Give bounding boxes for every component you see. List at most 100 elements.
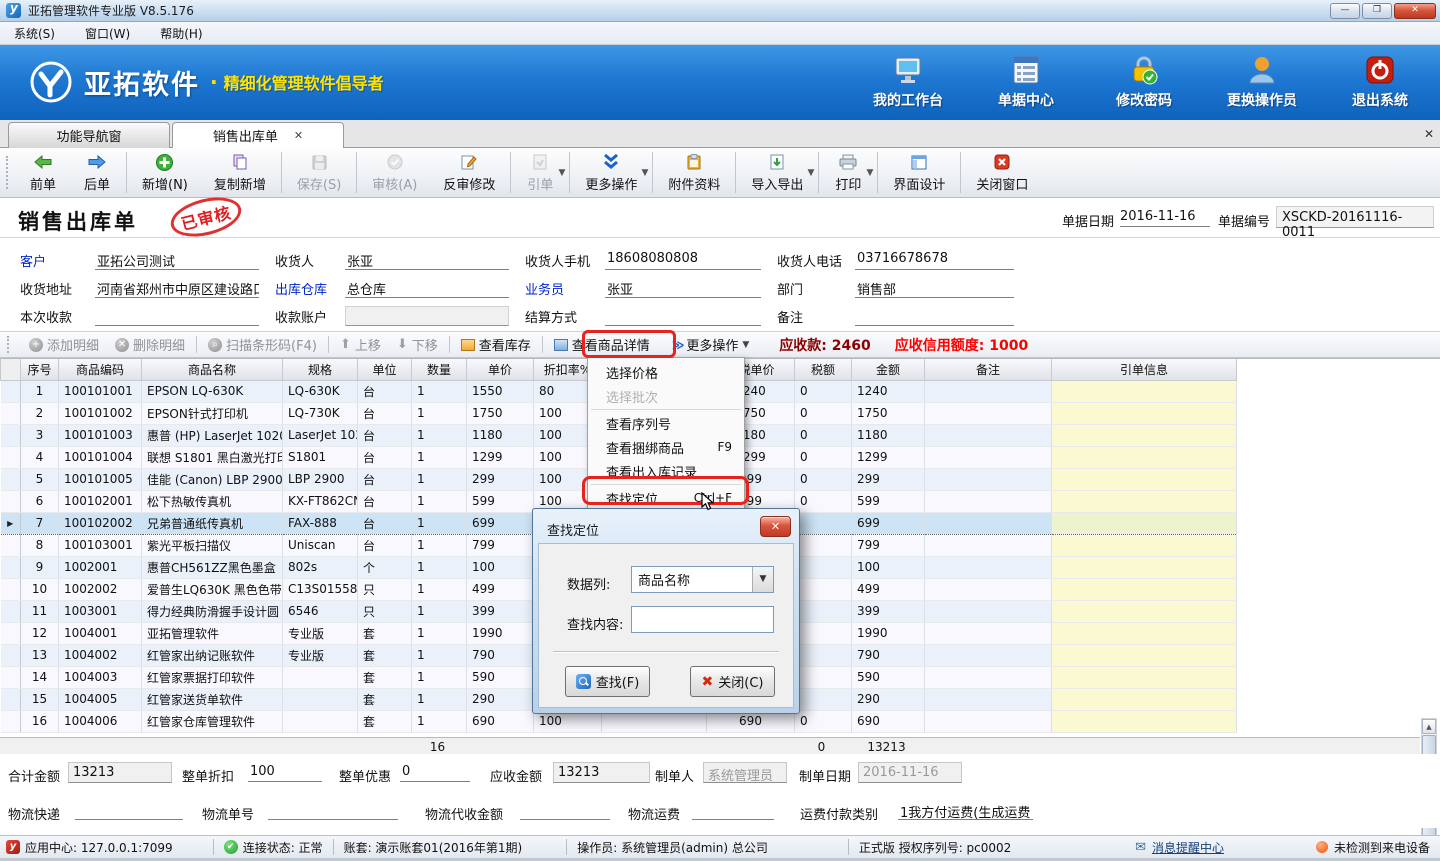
cell-refinfo[interactable] — [1052, 402, 1237, 424]
cell-name[interactable]: 爱普生LQ630K 黑色色带 — [142, 578, 283, 600]
row-marker[interactable] — [1, 666, 21, 688]
cell-amount[interactable]: 590 — [852, 666, 925, 688]
cell-amount[interactable]: 1299 — [852, 446, 925, 468]
close-dialog-button[interactable]: ✖ 关闭(C) — [690, 666, 775, 697]
cell-price[interactable]: 699 — [467, 512, 534, 534]
menu-item-select-price[interactable]: 选择价格 — [588, 360, 744, 384]
cell-remark[interactable] — [925, 534, 1052, 556]
cell-tax[interactable]: 0 — [795, 402, 852, 424]
cell-price[interactable]: 1550 — [467, 380, 534, 402]
add-new-button[interactable]: 新增(N) — [129, 148, 201, 197]
cell-refinfo[interactable] — [1052, 710, 1237, 732]
cell-tax[interactable] — [795, 600, 852, 622]
view-product-button[interactable]: 查看商品详情 — [546, 335, 658, 354]
cell-qty[interactable]: 1 — [412, 512, 467, 534]
column-header-qty[interactable]: 数量 — [412, 359, 467, 380]
workbench-button[interactable]: 我的工作台 — [862, 53, 954, 110]
cell-remark[interactable] — [925, 424, 1052, 446]
menu-item-view-bundle[interactable]: 查看捆绑商品F9 — [588, 435, 744, 459]
switch-operator-button[interactable]: 更换操作员 — [1216, 53, 1308, 110]
order-promo-value[interactable]: 0 — [400, 762, 470, 782]
cell-amount[interactable]: 1240 — [852, 380, 925, 402]
ship-address-value[interactable]: 河南省郑州市中原区建设路口 — [95, 278, 259, 298]
settle-method-value[interactable] — [605, 306, 761, 326]
cell-unit[interactable]: 台 — [358, 534, 412, 556]
row-marker[interactable] — [1, 468, 21, 490]
cell-seq[interactable]: 13 — [21, 644, 59, 666]
cell-code[interactable]: 1002002 — [59, 578, 142, 600]
data-column-select[interactable]: 商品名称 ▼ — [631, 566, 774, 593]
cell-tax[interactable]: 0 — [795, 710, 852, 732]
scroll-up-icon[interactable]: ▲ — [1422, 719, 1436, 734]
cell-code[interactable]: 100103001 — [59, 534, 142, 556]
cell-amount[interactable]: 1990 — [852, 622, 925, 644]
ref-doc-button[interactable]: 引单 ▼ — [513, 148, 567, 197]
cell-spec[interactable]: 专业版 — [283, 622, 358, 644]
cell-amount[interactable]: 699 — [852, 512, 925, 534]
cell-seq[interactable]: 7 — [21, 512, 59, 534]
column-header-amount[interactable]: 金额 — [852, 359, 925, 380]
cell-spec[interactable]: 802s — [283, 556, 358, 578]
cell-spec[interactable]: 专业版 — [283, 644, 358, 666]
freight-value[interactable] — [692, 800, 774, 820]
cell-seq[interactable]: 4 — [21, 446, 59, 468]
cell-seq[interactable]: 1 — [21, 380, 59, 402]
cell-name[interactable]: EPSON针式打印机 — [142, 402, 283, 424]
close-window-button[interactable]: 关闭窗口 — [963, 148, 1041, 197]
salesman-label[interactable]: 业务员 — [525, 279, 605, 298]
cell-price[interactable]: 499 — [467, 578, 534, 600]
cell-price[interactable]: 399 — [467, 600, 534, 622]
cell-remark[interactable] — [925, 380, 1052, 402]
salesman-value[interactable]: 张亚 — [605, 278, 761, 298]
cell-remark[interactable] — [925, 468, 1052, 490]
cell-remark[interactable] — [925, 556, 1052, 578]
cell-spec[interactable] — [283, 710, 358, 732]
cell-seq[interactable]: 8 — [21, 534, 59, 556]
cell-tax[interactable] — [795, 666, 852, 688]
cell-qty[interactable]: 1 — [412, 644, 467, 666]
tab-close-icon[interactable]: ✕ — [294, 129, 303, 142]
change-password-button[interactable]: 修改密码 — [1098, 53, 1190, 110]
cell-unit[interactable]: 台 — [358, 402, 412, 424]
cell-seq[interactable]: 6 — [21, 490, 59, 512]
unaudit-edit-button[interactable]: 反审修改 — [430, 148, 508, 197]
cell-unit[interactable]: 只 — [358, 600, 412, 622]
cell-qty[interactable]: 1 — [412, 600, 467, 622]
cell-unit[interactable]: 台 — [358, 424, 412, 446]
column-header-code[interactable]: 商品编码 — [59, 359, 142, 380]
row-marker[interactable] — [1, 644, 21, 666]
cell-price[interactable]: 799 — [467, 534, 534, 556]
import-export-button[interactable]: 导入导出 ▼ — [738, 148, 816, 197]
cell-qty[interactable]: 1 — [412, 402, 467, 424]
cell-price[interactable]: 100 — [467, 556, 534, 578]
row-marker[interactable] — [1, 622, 21, 644]
cell-unit[interactable]: 只 — [358, 578, 412, 600]
cell-amount[interactable]: 399 — [852, 600, 925, 622]
warehouse-label[interactable]: 出库仓库 — [275, 279, 345, 298]
cell-qty[interactable]: 1 — [412, 622, 467, 644]
cell-name[interactable]: 佳能 (Canon) LBP 2900+ — [142, 468, 283, 490]
cell-spec[interactable]: LBP 2900 — [283, 468, 358, 490]
cell-tax[interactable]: 0 — [795, 468, 852, 490]
cell-unit[interactable]: 台 — [358, 446, 412, 468]
cell-qty[interactable]: 1 — [412, 446, 467, 468]
cell-spec[interactable] — [283, 666, 358, 688]
cell-spec[interactable]: 6546 — [283, 600, 358, 622]
cell-tax[interactable] — [795, 578, 852, 600]
cell-qty[interactable]: 1 — [412, 380, 467, 402]
cell-name[interactable]: 松下热敏传真机 — [142, 490, 283, 512]
consignee-value[interactable]: 张亚 — [345, 250, 509, 270]
cell-remark[interactable] — [925, 446, 1052, 468]
exit-system-button[interactable]: 退出系统 — [1334, 53, 1426, 110]
row-marker[interactable] — [1, 688, 21, 710]
menubar-item-system[interactable]: 系统(S) — [14, 25, 55, 42]
cell-name[interactable]: 紫光平板扫描仪 — [142, 534, 283, 556]
cell-price[interactable]: 590 — [467, 666, 534, 688]
column-header-unit[interactable]: 单位 — [358, 359, 412, 380]
cell-amount[interactable]: 599 — [852, 490, 925, 512]
cell-seq[interactable]: 2 — [21, 402, 59, 424]
doc-center-button[interactable]: 单据中心 — [980, 53, 1072, 110]
tracking-no-value[interactable] — [268, 800, 398, 820]
cell-unit[interactable]: 套 — [358, 644, 412, 666]
menu-item-view-stock-records[interactable]: 查看出入库记录 — [588, 459, 744, 483]
